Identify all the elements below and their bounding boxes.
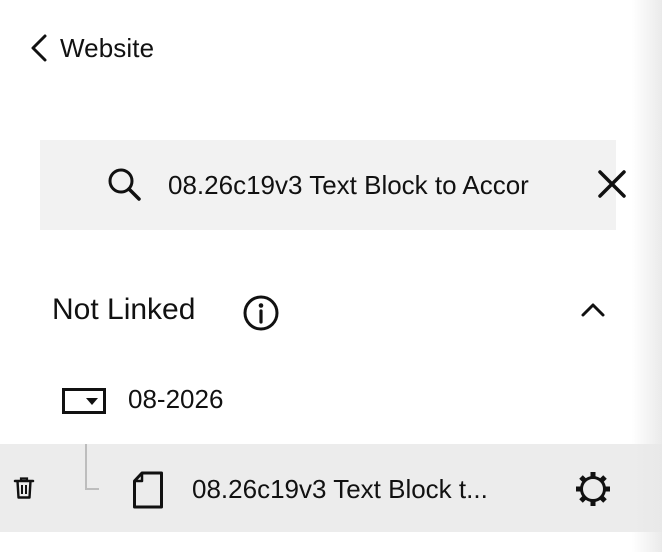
close-icon[interactable] [596, 168, 628, 205]
chevron-left-icon [28, 33, 50, 63]
chevron-up-icon[interactable] [580, 300, 606, 323]
section-title: Not Linked [52, 293, 196, 326]
folder-row[interactable]: 08-2026 [0, 372, 662, 430]
folder-label: 08-2026 [128, 384, 224, 414]
page-icon [132, 471, 164, 514]
pages-panel: Website Not Linked [0, 0, 662, 552]
search-icon [106, 166, 144, 209]
not-linked-section-header[interactable]: Not Linked [52, 288, 622, 338]
page-label: 08.26c19v3 Text Block t... [192, 474, 488, 504]
back-button[interactable]: Website [28, 30, 154, 66]
back-label: Website [60, 32, 155, 63]
search-input[interactable] [168, 164, 568, 206]
search-bar [40, 140, 626, 230]
trash-icon[interactable] [13, 476, 35, 505]
gear-icon[interactable] [574, 470, 612, 513]
page-row[interactable]: 08.26c19v3 Text Block t... [0, 444, 662, 532]
info-icon[interactable] [242, 294, 280, 337]
tree-connector [85, 444, 99, 490]
folder-dropdown-icon [62, 388, 106, 419]
